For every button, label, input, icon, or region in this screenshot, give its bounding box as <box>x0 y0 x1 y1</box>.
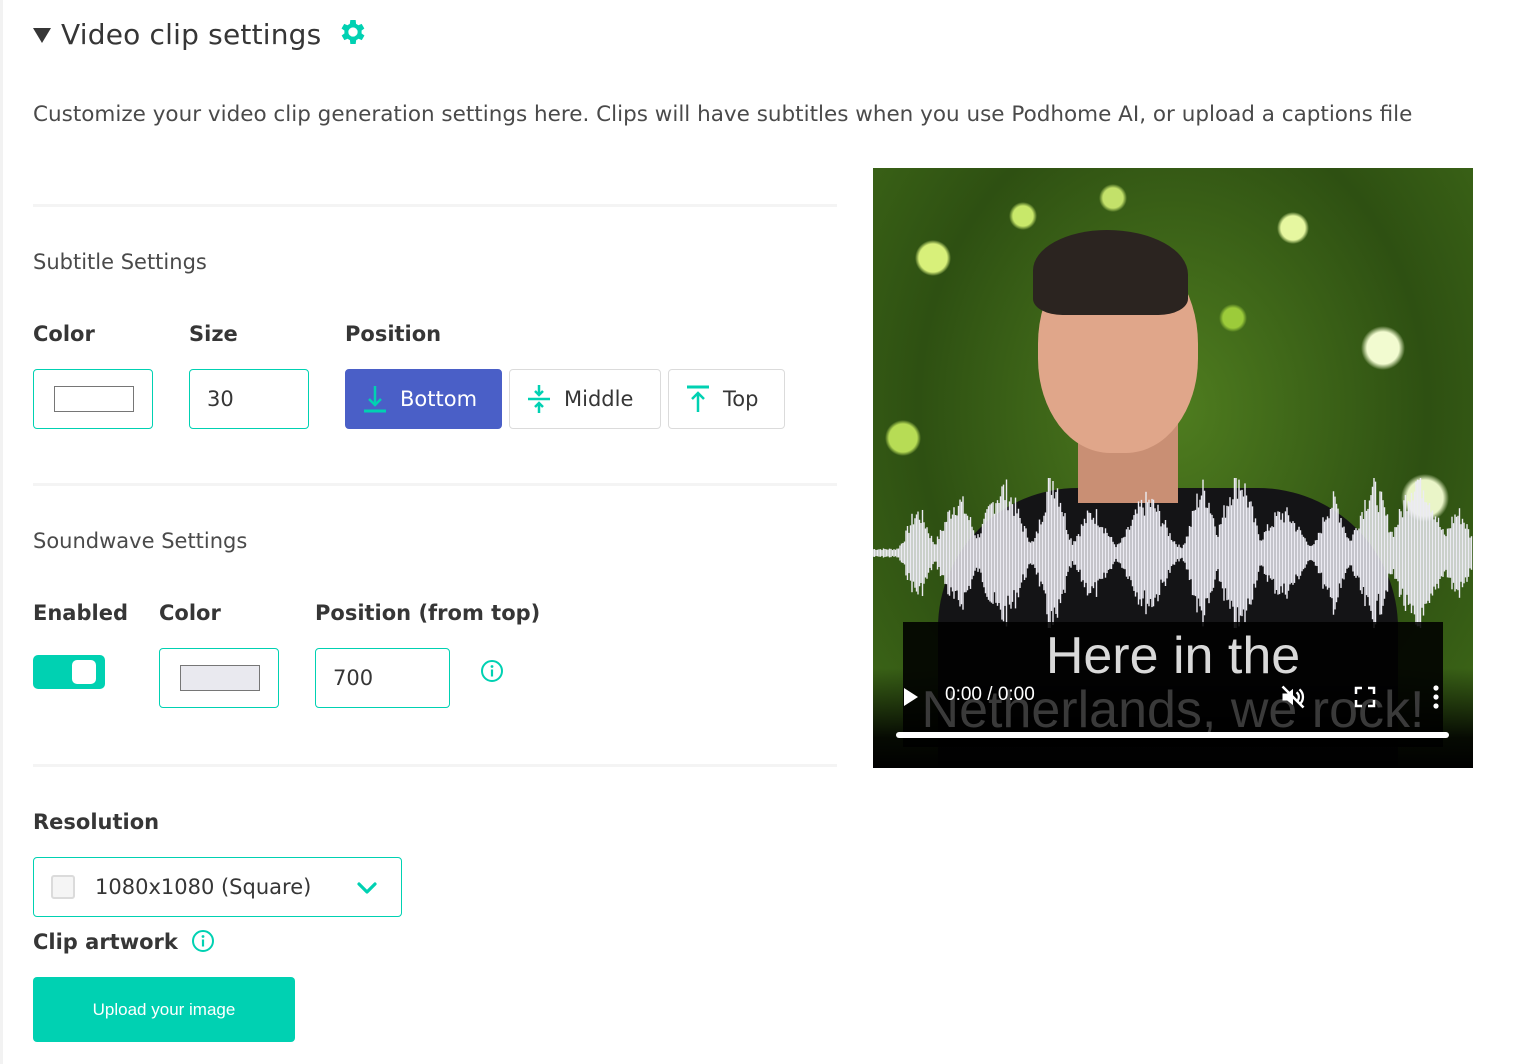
upload-image-button[interactable]: Upload your image <box>33 977 295 1042</box>
description-text: Customize your video clip generation set… <box>33 102 1413 127</box>
resolution-select[interactable]: 1080x1080 (Square) <box>33 857 402 917</box>
progress-bar[interactable] <box>896 732 1449 738</box>
align-middle-icon <box>528 385 550 413</box>
soundwave-enabled-toggle[interactable] <box>33 655 105 689</box>
soundwave-color-swatch <box>180 665 260 691</box>
subtitle-size-value: 30 <box>207 387 234 411</box>
gear-icon[interactable] <box>337 16 369 48</box>
subtitle-size-input[interactable]: 30 <box>189 369 309 429</box>
soundwave-settings-title: Soundwave Settings <box>33 529 248 553</box>
position-top-label: Top <box>723 387 759 411</box>
divider <box>33 204 837 207</box>
video-preview[interactable]: Here in the Netherlands, we rock! 0:00 /… <box>873 168 1473 768</box>
subtitle-line-1: Here in the <box>1045 627 1301 685</box>
resolution-label: Resolution <box>33 810 160 834</box>
position-middle-button[interactable]: Middle <box>509 369 661 429</box>
position-bottom-label: Bottom <box>400 387 478 411</box>
time-display: 0:00 / 0:00 <box>945 684 1035 705</box>
divider <box>33 764 837 767</box>
align-top-icon <box>687 385 709 412</box>
left-border <box>0 0 3 1064</box>
person-hair <box>1033 230 1188 315</box>
collapse-caret-icon[interactable] <box>33 28 51 43</box>
subtitle-color-label: Color <box>33 322 95 346</box>
info-icon[interactable] <box>480 659 504 683</box>
muted-volume-icon[interactable] <box>1279 683 1307 711</box>
subtitle-color-picker[interactable] <box>33 369 153 429</box>
settings-header[interactable]: Video clip settings <box>33 18 369 51</box>
toggle-knob <box>72 660 96 684</box>
chevron-down-icon <box>357 882 377 894</box>
divider <box>33 483 837 486</box>
soundwave-color-picker[interactable] <box>159 648 279 708</box>
soundwave <box>873 478 1473 628</box>
position-middle-label: Middle <box>564 387 634 411</box>
subtitle-color-swatch <box>54 386 134 412</box>
position-bottom-button[interactable]: Bottom <box>345 369 502 429</box>
position-top-button[interactable]: Top <box>668 369 785 429</box>
clip-artwork-label: Clip artwork <box>33 930 178 954</box>
section-title: Video clip settings <box>61 18 322 51</box>
soundwave-color-label: Color <box>159 601 221 625</box>
resolution-selected-value: 1080x1080 (Square) <box>95 875 312 899</box>
soundwave-position-input[interactable]: 700 <box>315 648 450 708</box>
subtitle-settings-title: Subtitle Settings <box>33 250 207 274</box>
soundwave-enabled-label: Enabled <box>33 601 128 625</box>
subtitle-size-label: Size <box>189 322 238 346</box>
align-bottom-icon <box>364 386 386 413</box>
play-icon[interactable] <box>904 688 918 706</box>
soundwave-position-value: 700 <box>333 666 374 690</box>
resolution-square-icon <box>51 875 75 899</box>
info-icon[interactable] <box>191 929 215 953</box>
more-options-icon[interactable] <box>1431 684 1441 710</box>
soundwave-position-label: Position (from top) <box>315 601 541 625</box>
subtitle-position-label: Position <box>345 322 442 346</box>
fullscreen-icon[interactable] <box>1354 686 1376 708</box>
